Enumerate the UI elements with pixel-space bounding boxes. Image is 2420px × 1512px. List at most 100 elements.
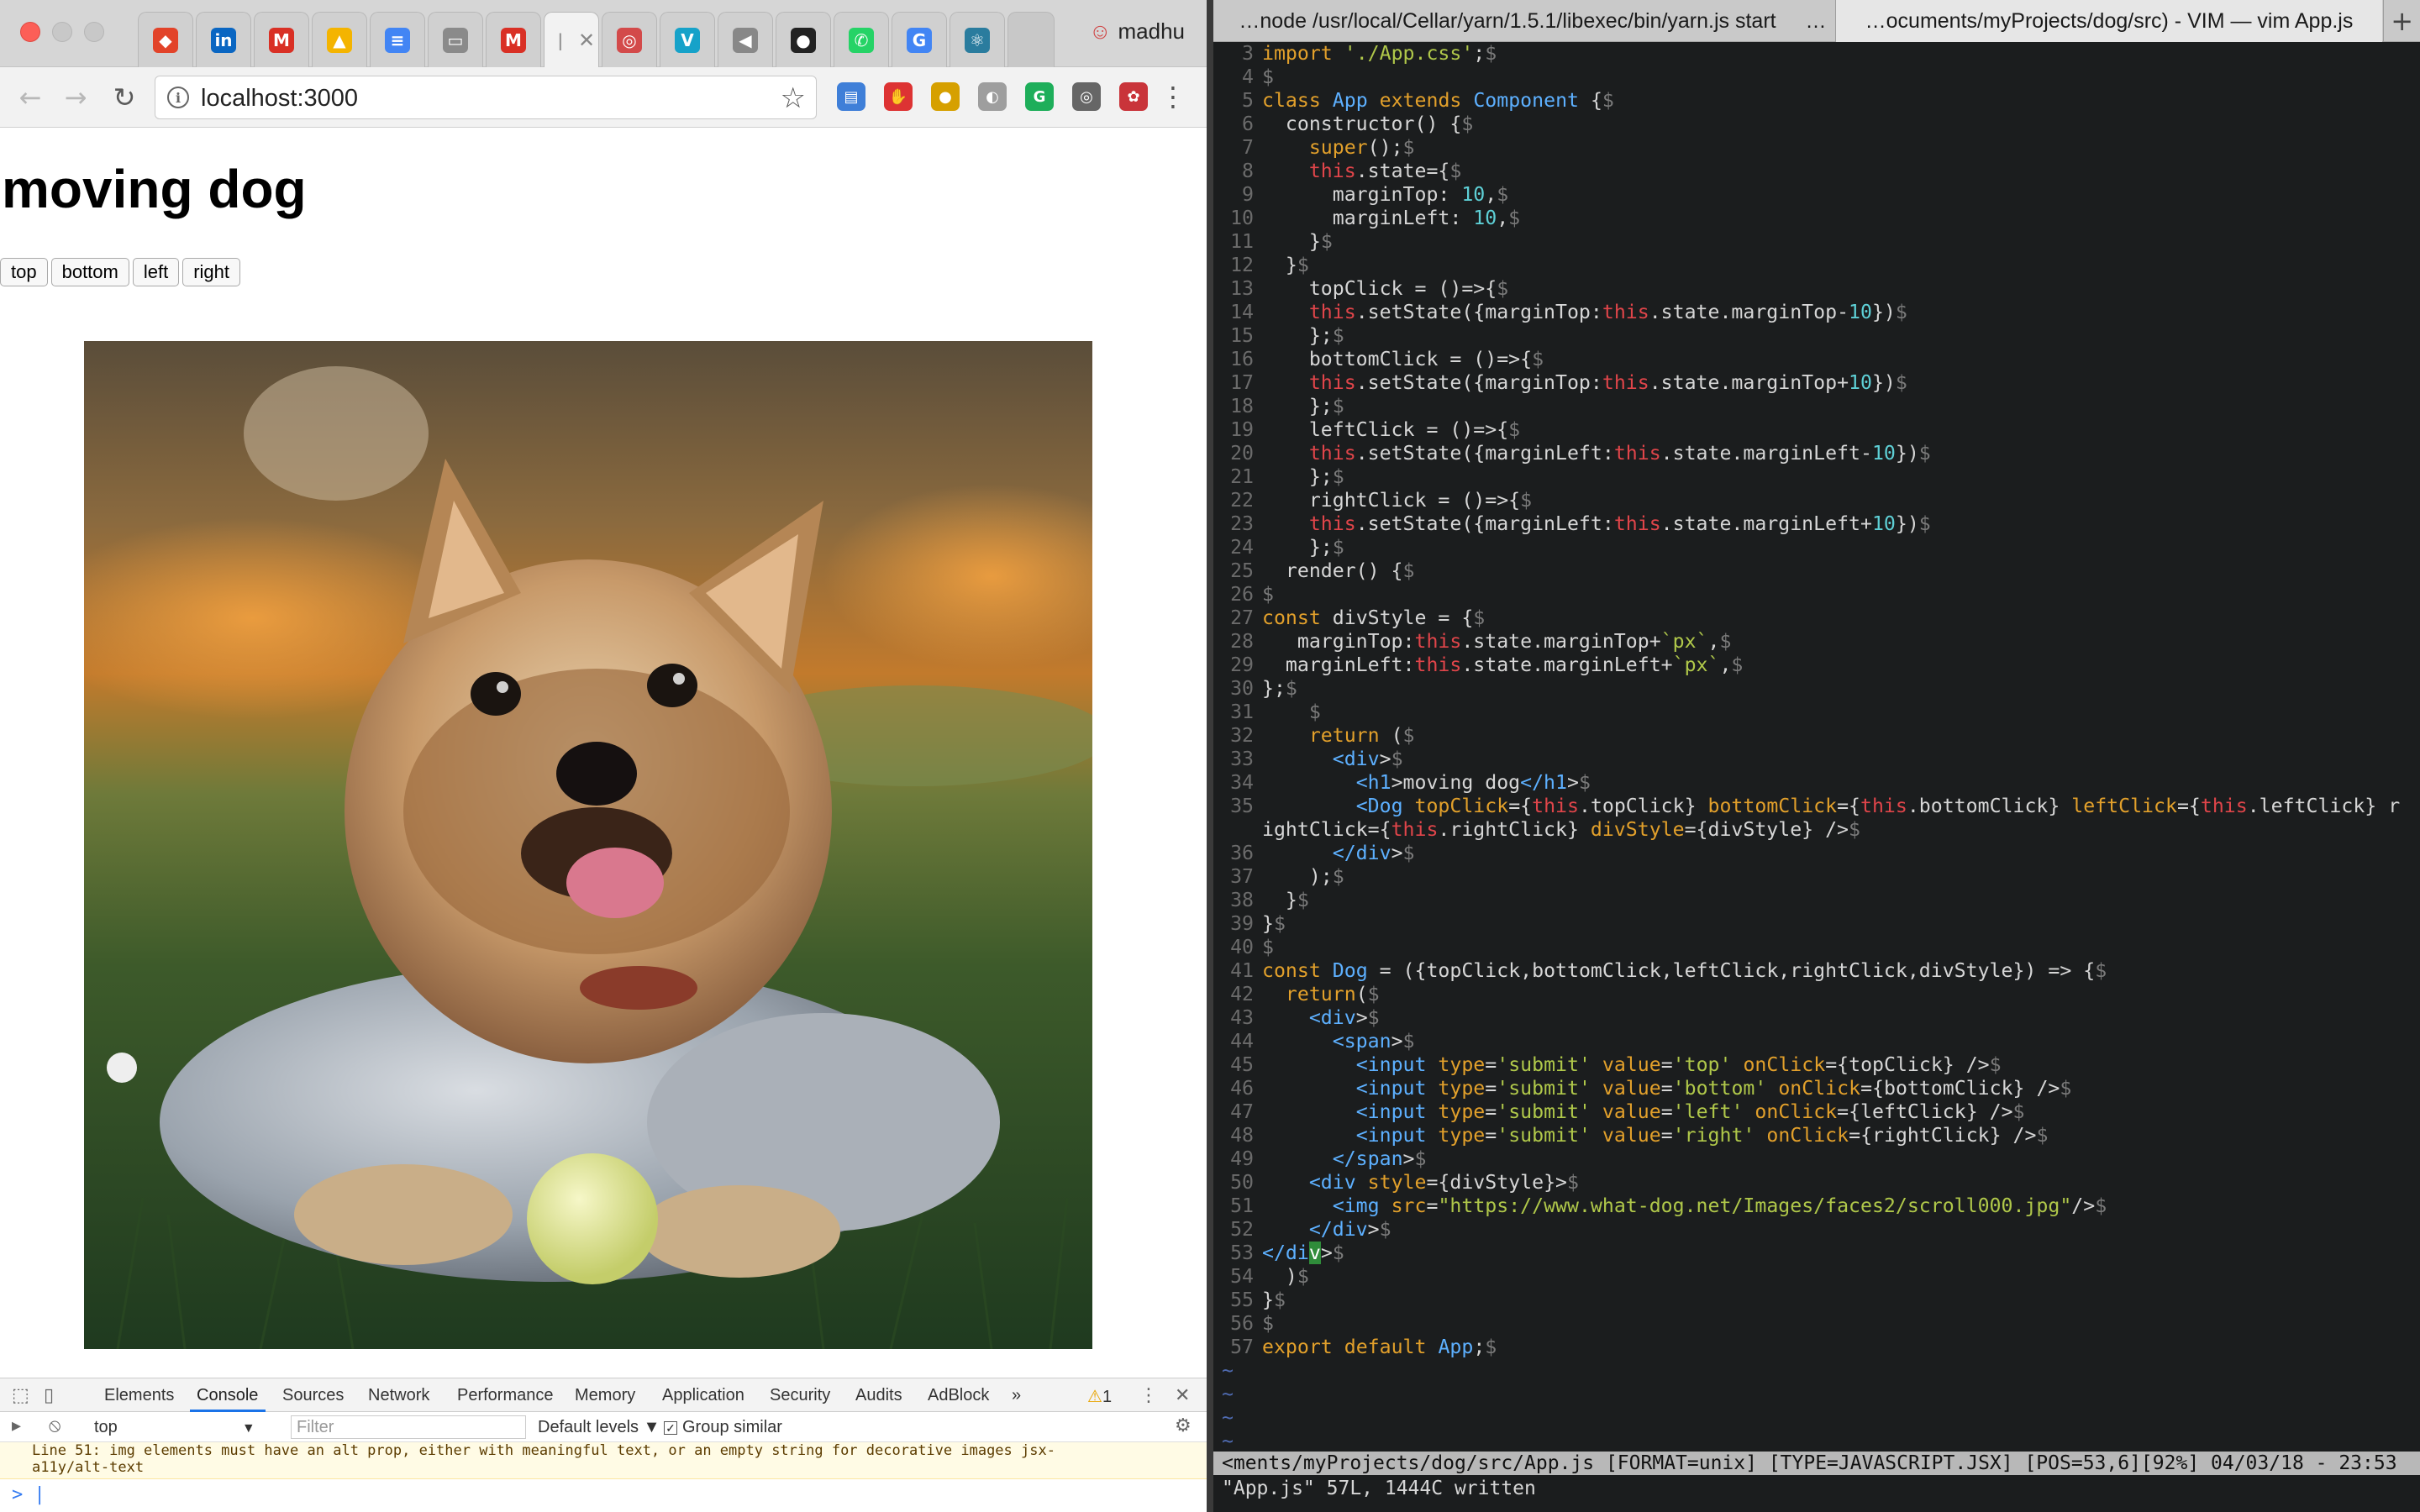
console-sidebar-icon[interactable]: ▸ bbox=[12, 1415, 21, 1436]
line-number: 55 bbox=[1230, 1289, 1254, 1311]
page-viewport: moving dog top bottom left right bbox=[0, 128, 1207, 1378]
window-minimize-button[interactable] bbox=[52, 22, 72, 42]
log-levels-dropdown[interactable]: Default levels ▼ bbox=[538, 1418, 660, 1437]
devtools-tab-performance[interactable]: Performance bbox=[457, 1386, 554, 1405]
code-line: 55}$ bbox=[1213, 1289, 2420, 1312]
notes-extension-icon[interactable]: ● bbox=[931, 82, 960, 111]
chrome-menu-icon[interactable]: ⋮ bbox=[1160, 81, 1186, 113]
code-line: 3 import './App.css';$ bbox=[1213, 42, 2420, 66]
forward-button[interactable]: → bbox=[59, 81, 92, 114]
browser-tab[interactable]: ⚛ bbox=[950, 12, 1005, 67]
devtools-menu-icon[interactable]: ⋮ bbox=[1139, 1385, 1158, 1406]
terminal-tab-overflow: … bbox=[1805, 8, 1827, 33]
profile-button[interactable]: ☺ madhu bbox=[1089, 18, 1185, 45]
code-line: 30};$ bbox=[1213, 677, 2420, 701]
empty-line-tilde: ~ bbox=[1222, 1383, 1234, 1405]
reload-icon: ↻ bbox=[113, 81, 136, 113]
clear-console-icon[interactable]: ⦸ bbox=[49, 1415, 60, 1436]
line-number: 28 bbox=[1230, 630, 1254, 653]
right-button[interactable]: right bbox=[182, 258, 241, 286]
tab-close-icon[interactable]: ✕ bbox=[578, 29, 595, 53]
terminal-tab-vim[interactable]: …ocuments/myProjects/dog/src) - VIM — vi… bbox=[1836, 0, 2382, 42]
inspect-element-icon[interactable]: ⬚ bbox=[12, 1385, 29, 1406]
cloud-extension-icon[interactable]: ◐ bbox=[978, 82, 1007, 111]
devtools-tab-network[interactable]: Network bbox=[368, 1386, 429, 1405]
direction-buttons: top bottom left right bbox=[0, 258, 241, 286]
devtools-tab-memory[interactable]: Memory bbox=[575, 1386, 635, 1405]
code-line: 50 <div style={divStyle}>$ bbox=[1213, 1171, 2420, 1194]
line-number: 56 bbox=[1230, 1312, 1254, 1335]
browser-tab[interactable]: G bbox=[892, 12, 947, 67]
new-tab-button[interactable]: + bbox=[2391, 5, 2413, 37]
console-prompt[interactable]: > | bbox=[12, 1484, 45, 1505]
context-selector[interactable]: top ▼ bbox=[94, 1418, 255, 1437]
vim-buffer[interactable]: 3 import './App.css';$ 4 $5 class App extend… bbox=[1213, 42, 2420, 1453]
bug-extension-icon[interactable]: ✿ bbox=[1119, 82, 1148, 111]
line-number: 33 bbox=[1230, 748, 1254, 770]
warning-count[interactable]: ⚠1 bbox=[1087, 1386, 1112, 1407]
address-bar[interactable]: i localhost:3000 ☆ bbox=[155, 76, 817, 119]
dog-image bbox=[84, 341, 1092, 1349]
code-line: 5 class App extends Component {$ bbox=[1213, 89, 2420, 113]
info-icon[interactable]: i bbox=[167, 87, 189, 108]
tab-strip: ◆ in M ▲ ≡ ▭ M | ✕ ◎ V ◀ ● ✆ G ⚛ ☺ madhu bbox=[0, 0, 1207, 68]
browser-tab[interactable]: ◎ bbox=[602, 12, 657, 67]
back-button[interactable]: ← bbox=[13, 81, 47, 114]
devtools-tab-security[interactable]: Security bbox=[770, 1386, 830, 1405]
browser-tab[interactable]: ▲ bbox=[312, 12, 367, 67]
terminal-tab-yarn[interactable]: …node /usr/local/Cellar/yarn/1.5.1/libex… bbox=[1213, 0, 1802, 42]
devtools-tab-elements[interactable]: Elements bbox=[104, 1386, 174, 1405]
console-filter-input[interactable]: Filter bbox=[291, 1415, 526, 1439]
window-maximize-button[interactable] bbox=[84, 22, 104, 42]
grammarly-extension-icon[interactable]: G bbox=[1025, 82, 1054, 111]
empty-line-tilde: ~ bbox=[1222, 1406, 1234, 1429]
left-button[interactable]: left bbox=[132, 258, 180, 286]
profile-name: madhu bbox=[1118, 18, 1186, 44]
console-warning-message: Line 51: img elements must have an alt p… bbox=[0, 1442, 1207, 1479]
line-number: 51 bbox=[1230, 1194, 1254, 1217]
docs-extension-icon[interactable]: ▤ bbox=[837, 82, 865, 111]
file-icon: ▭ bbox=[443, 27, 468, 53]
devtools-tab-adblock[interactable]: AdBlock bbox=[928, 1386, 989, 1405]
browser-tab[interactable]: ✆ bbox=[834, 12, 889, 67]
warning-icon: ⚠ bbox=[1087, 1388, 1102, 1406]
browser-tab[interactable]: in bbox=[196, 12, 251, 67]
browser-tab[interactable]: ◀ bbox=[718, 12, 773, 67]
window-close-button[interactable] bbox=[20, 22, 40, 42]
bookmark-star-icon[interactable]: ☆ bbox=[781, 81, 806, 115]
devtools-tab-audits[interactable]: Audits bbox=[855, 1386, 902, 1405]
bottom-button[interactable]: bottom bbox=[50, 258, 129, 286]
devtools-close-icon[interactable]: ✕ bbox=[1175, 1385, 1190, 1406]
devtools-more-tabs[interactable]: » bbox=[1012, 1386, 1021, 1405]
url-text[interactable]: localhost:3000 bbox=[201, 85, 358, 113]
code-line: 45 <input type='submit' value='top' onCl… bbox=[1213, 1053, 2420, 1077]
device-toolbar-icon[interactable]: ▯ bbox=[44, 1385, 54, 1406]
browser-tab[interactable]: ▭ bbox=[428, 12, 483, 67]
adblock-extension-icon[interactable]: ✋ bbox=[884, 82, 913, 111]
context-dropdown-icon: ▼ bbox=[241, 1421, 255, 1436]
line-number: 40 bbox=[1230, 936, 1254, 958]
devtools-tab-console[interactable]: Console bbox=[197, 1386, 258, 1405]
new-tab-button[interactable] bbox=[1007, 12, 1055, 67]
browser-tab[interactable]: | ✕ bbox=[544, 12, 599, 68]
devtools-tab-sources[interactable]: Sources bbox=[282, 1386, 344, 1405]
browser-tab[interactable]: ◆ bbox=[138, 12, 193, 67]
browser-tab[interactable]: ≡ bbox=[370, 12, 425, 67]
code-line: 25 render() {$ bbox=[1213, 559, 2420, 583]
media-icon: ◀ bbox=[733, 27, 758, 53]
reload-button[interactable]: ↻ bbox=[108, 81, 141, 114]
browser-tab[interactable]: V bbox=[660, 12, 715, 67]
top-button[interactable]: top bbox=[0, 258, 48, 286]
line-number: 37 bbox=[1230, 865, 1254, 888]
console-settings-icon[interactable]: ⚙ bbox=[1175, 1415, 1192, 1436]
line-number: 3 bbox=[1242, 42, 1254, 65]
code-line: 21 };$ bbox=[1213, 465, 2420, 489]
browser-tab[interactable]: ● bbox=[776, 12, 831, 67]
target-extension-icon[interactable]: ◎ bbox=[1072, 82, 1101, 111]
browser-tab[interactable]: M bbox=[254, 12, 309, 67]
line-number: 9 bbox=[1242, 183, 1254, 206]
line-number: 19 bbox=[1230, 418, 1254, 441]
devtools-tab-application[interactable]: Application bbox=[662, 1386, 744, 1405]
group-similar-checkbox[interactable]: ✓ Group similar bbox=[664, 1418, 782, 1437]
browser-tab[interactable]: M bbox=[486, 12, 541, 67]
